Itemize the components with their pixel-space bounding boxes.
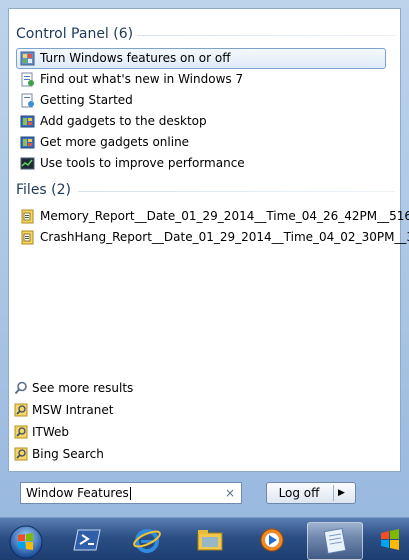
result-label: Get more gadgets online <box>40 135 190 149</box>
search-link-icon <box>14 425 28 439</box>
group-header-files[interactable]: Files (2) <box>16 180 71 200</box>
group-divider <box>78 191 395 192</box>
clear-search-icon[interactable]: × <box>225 483 235 503</box>
gadgets-icon <box>20 115 35 128</box>
result-label: CrashHang_Report__Date_01_29_2014__Time_… <box>40 230 409 244</box>
internet-explorer-icon <box>133 529 161 553</box>
link-label: ITWeb <box>32 425 70 439</box>
text-caret <box>129 487 131 500</box>
link-label: Bing Search <box>32 447 104 461</box>
result-label: Find out what's new in Windows 7 <box>40 72 244 86</box>
log-off-button[interactable]: Log off ▶ <box>266 482 356 504</box>
gadgets-online-icon <box>20 136 35 149</box>
taskbar-windows-explorer[interactable] <box>183 522 239 560</box>
result-label: Use tools to improve performance <box>40 156 245 170</box>
powershell-icon <box>73 529 101 551</box>
search-icon <box>14 381 27 395</box>
result-label: Memory_Report__Date_01_29_2014__Time_04_… <box>40 209 409 223</box>
button-separator <box>333 485 334 501</box>
see-more-results-link[interactable]: See more results <box>12 378 133 398</box>
result-getting-started[interactable]: Getting Started <box>16 90 386 111</box>
help-page-icon <box>21 72 34 87</box>
search-link-icon <box>14 403 28 417</box>
taskbar-internet-explorer[interactable] <box>120 522 176 560</box>
group-header-control-panel[interactable]: Control Panel (6) <box>16 24 133 44</box>
start-orb-icon[interactable] <box>4 522 44 560</box>
link-bing-search[interactable]: Bing Search <box>12 444 104 464</box>
link-label: MSW Intranet <box>32 403 114 417</box>
result-label: Turn Windows features on or off <box>40 51 231 65</box>
result-turn-windows-features[interactable]: Turn Windows features on or off <box>16 48 386 69</box>
group-divider <box>137 35 395 36</box>
report-file-icon <box>21 230 34 245</box>
search-input[interactable]: Window Features × <box>20 482 242 504</box>
taskbar <box>0 517 409 560</box>
result-label: Add gadgets to the desktop <box>40 114 207 128</box>
folder-icon <box>197 530 223 551</box>
search-link-icon <box>14 447 28 461</box>
getting-started-icon <box>21 93 34 108</box>
performance-icon <box>20 157 35 170</box>
result-crashhang-report[interactable]: CrashHang_Report__Date_01_29_2014__Time_… <box>16 227 409 248</box>
log-off-label: Log off <box>278 486 320 500</box>
taskbar-pinned-app[interactable] <box>369 522 409 560</box>
windows-logo-icon <box>381 529 399 550</box>
search-input-value: Window Features <box>26 486 129 500</box>
result-add-gadgets[interactable]: Add gadgets to the desktop <box>16 111 386 132</box>
windows-features-icon <box>20 51 35 66</box>
start-menu: Control Panel (6) Turn Windows features … <box>0 0 409 517</box>
link-msw-intranet[interactable]: MSW Intranet <box>12 400 113 420</box>
result-memory-report[interactable]: Memory_Report__Date_01_29_2014__Time_04_… <box>16 206 409 227</box>
link-itweb[interactable]: ITWeb <box>12 422 69 442</box>
report-file-icon <box>21 209 34 224</box>
taskbar-notepad-active[interactable] <box>307 522 363 560</box>
see-more-label: See more results <box>32 381 134 395</box>
taskbar-media-player[interactable] <box>245 522 301 560</box>
result-get-more-gadgets[interactable]: Get more gadgets online <box>16 132 386 153</box>
media-player-icon <box>260 528 284 552</box>
shutdown-options-arrow-icon[interactable]: ▶ <box>338 483 345 503</box>
result-performance-tools[interactable]: Use tools to improve performance <box>16 153 386 174</box>
result-whats-new[interactable]: Find out what's new in Windows 7 <box>16 69 386 90</box>
result-label: Getting Started <box>40 93 133 107</box>
taskbar-powershell[interactable] <box>60 522 116 560</box>
notepad-icon <box>323 528 347 554</box>
